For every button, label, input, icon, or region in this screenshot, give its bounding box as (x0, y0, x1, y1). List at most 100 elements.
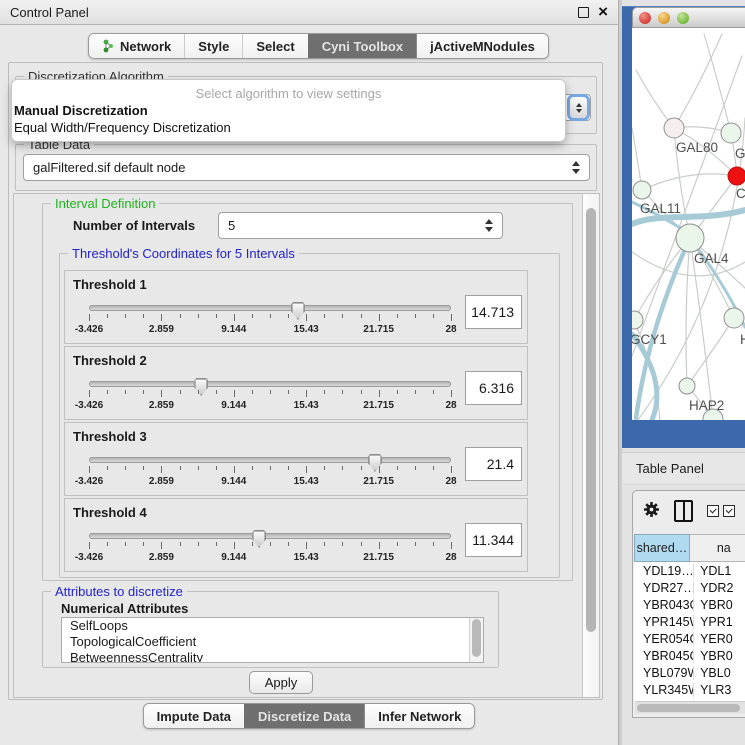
tick-mark (288, 542, 289, 546)
gal4-node[interactable] (676, 224, 704, 252)
table-row[interactable]: YPR145WYPR1 (634, 613, 745, 630)
table-row[interactable]: YER054CYER0 (634, 630, 745, 647)
float-panel-icon[interactable] (578, 7, 589, 18)
scrollbar-thumb[interactable] (472, 619, 481, 657)
threshold-4-value[interactable]: 11.344 (465, 523, 522, 557)
tab-network[interactable]: Network (89, 34, 184, 58)
tab-select-label: Select (256, 39, 294, 54)
threshold-3-track[interactable] (89, 457, 451, 463)
table-panel-body: shared…na YDL19…YDL1YDR27…YDR2YBR043CYBR… (632, 490, 745, 718)
control-panel-titlebar: Control Panel × (0, 0, 618, 25)
tab-style[interactable]: Style (184, 34, 242, 58)
checkbox-icon[interactable] (723, 505, 735, 517)
gal80-node[interactable] (664, 118, 684, 138)
tick-mark (361, 314, 362, 318)
tab-discretize-data[interactable]: Discretize Data (244, 704, 364, 728)
gcy1-node[interactable] (632, 311, 643, 329)
checkbox-icon[interactable] (707, 505, 719, 517)
table-data-combobox[interactable]: galFiltered.sif default node (23, 154, 590, 181)
threshold-3-value[interactable]: 21.4 (465, 447, 522, 481)
tab-cyni-toolbox[interactable]: Cyni Toolbox (308, 34, 416, 58)
attributes-list-scrollbar[interactable] (469, 618, 483, 662)
stepper-up-icon (485, 219, 493, 224)
threshold-2-slider[interactable]: -3.4262.8599.14415.4321.71528 (89, 377, 451, 411)
scrollbar-thumb[interactable] (637, 704, 740, 712)
panel-scrollbar[interactable] (582, 194, 599, 697)
close-panel-icon[interactable]: × (598, 6, 608, 18)
threshold-2-value[interactable]: 6.316 (465, 371, 522, 405)
tick-mark (89, 542, 90, 549)
numerical-attributes-label: Numerical Attributes (61, 601, 188, 616)
tab-infer-network[interactable]: Infer Network (364, 704, 474, 728)
close-traffic-light-icon[interactable] (639, 12, 651, 24)
network-edge[interactable] (686, 238, 690, 386)
threshold-4-track[interactable] (89, 533, 451, 539)
column-header-2[interactable]: na (690, 534, 745, 562)
settings-gear-icon[interactable] (643, 501, 660, 521)
column-header-1[interactable]: shared… (634, 534, 690, 562)
table-row[interactable]: YLR345WYLR3 (634, 681, 745, 698)
network-edge[interactable] (687, 318, 734, 386)
tick-mark (234, 390, 235, 397)
tick-mark (252, 390, 253, 394)
threshold-1-slider[interactable]: -3.4262.8599.14415.4321.71528 (89, 301, 451, 335)
num-intervals-value: 5 (228, 218, 235, 233)
tick-label: 15.43 (294, 324, 319, 335)
control-panel-title: Control Panel (10, 5, 89, 20)
threshold-4-slider[interactable]: -3.4262.8599.14415.4321.71528 (89, 529, 451, 563)
zoom-traffic-light-icon[interactable] (677, 12, 689, 24)
num-intervals-stepper[interactable] (485, 219, 493, 232)
tick-label: 21.715 (363, 400, 394, 411)
numerical-attributes-list[interactable]: SelfLoopsTopologicalCoefficientBetweenne… (61, 617, 484, 663)
threshold-2-track[interactable] (89, 381, 451, 387)
attribute-item-selfloops[interactable]: SelfLoops (62, 618, 483, 634)
threshold-4-ticks (89, 542, 451, 550)
table-panel-toolbar (633, 491, 745, 531)
table-data-stepper[interactable] (572, 161, 580, 174)
network-edge[interactable] (704, 34, 731, 133)
algorithm-option-manual-discretization[interactable]: Manual Discretization (12, 102, 565, 119)
node-label-c: C (736, 186, 745, 201)
network-edge[interactable] (674, 34, 722, 128)
threshold-list: Threshold 1-3.4262.8599.14415.4321.71528… (64, 270, 528, 574)
table-row[interactable]: YDR27…YDR2 (634, 579, 745, 596)
table-hscrollbar[interactable] (635, 701, 745, 714)
attribute-item-betweennesscentrality[interactable]: BetweennessCentrality (62, 650, 483, 663)
attribute-item-topologicalcoefficient[interactable]: TopologicalCoefficient (62, 634, 483, 650)
tick-mark (451, 542, 452, 549)
red-node[interactable] (728, 167, 745, 185)
interval-definition-group-label: Interval Definition (51, 196, 159, 211)
h-node[interactable] (724, 308, 744, 328)
node-label-gcy1: GCY1 (632, 332, 667, 347)
algorithm-combobox-stepper[interactable] (570, 97, 587, 118)
table-row[interactable]: YDL19…YDL1 (634, 562, 745, 579)
table-row[interactable]: YBR043CYBR0 (634, 596, 745, 613)
tab-jactivemnodules[interactable]: jActiveMNodules (416, 34, 548, 58)
network-canvas[interactable]: GAL80GACGAL11GAL4GCY1HHAP2 (632, 28, 745, 420)
tick-mark (324, 542, 325, 546)
table-row[interactable]: YBL079WYBL0 (634, 664, 745, 681)
tab-impute-data[interactable]: Impute Data (144, 704, 244, 728)
threshold-1-track[interactable] (89, 305, 451, 311)
scrollbar-thumb[interactable] (586, 208, 596, 632)
apply-button[interactable]: Apply (249, 671, 313, 694)
algorithm-popup-placeholder: Select algorithm to view settings (12, 85, 565, 102)
tick-mark (288, 466, 289, 470)
minimize-traffic-light-icon[interactable] (658, 12, 670, 24)
threshold-1-value[interactable]: 14.713 (465, 295, 522, 329)
tab-select[interactable]: Select (242, 34, 307, 58)
tick-mark (451, 314, 452, 321)
num-intervals-combobox[interactable]: 5 (218, 212, 503, 239)
network-window-titlebar[interactable] (632, 7, 745, 28)
tick-label: 28 (445, 400, 456, 411)
column-layout-icon[interactable] (674, 500, 693, 522)
network-edge[interactable] (642, 174, 737, 190)
algorithm-option-equal-width-frequency-discretization[interactable]: Equal Width/Frequency Discretization (12, 119, 565, 136)
top-right-node[interactable] (721, 123, 741, 143)
table-row[interactable]: YBR045CYBR0 (634, 647, 745, 664)
hap2-node[interactable] (679, 378, 695, 394)
threshold-3-label: Threshold 3 (73, 429, 147, 444)
tick-mark (107, 542, 108, 546)
gal11-node[interactable] (633, 181, 651, 199)
threshold-3-slider[interactable]: -3.4262.8599.14415.4321.71528 (89, 453, 451, 487)
